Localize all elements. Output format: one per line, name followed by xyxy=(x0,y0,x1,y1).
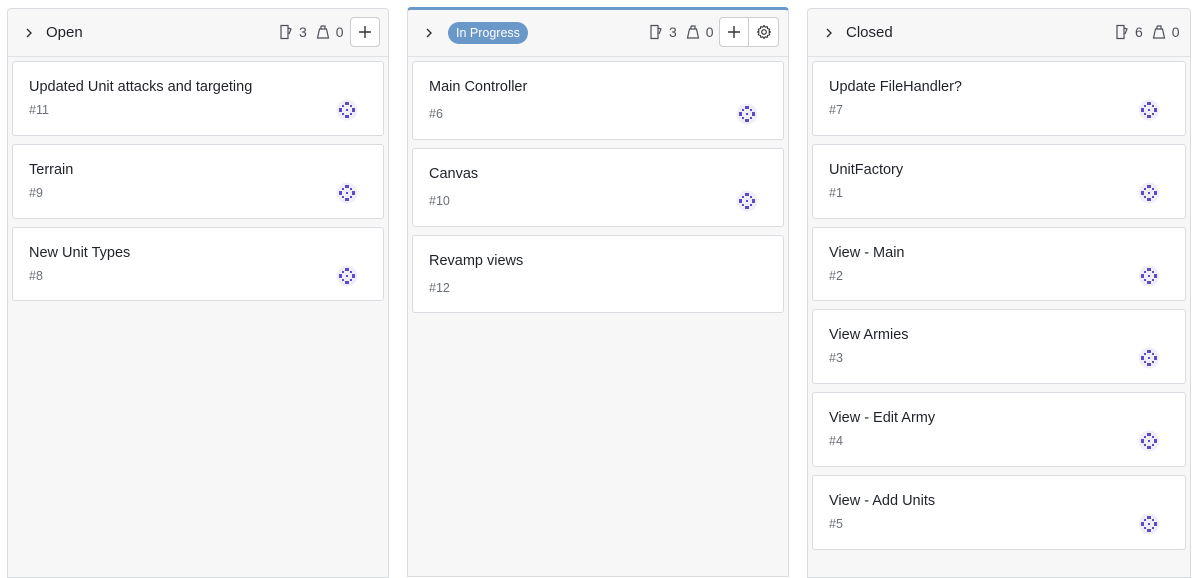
avatar[interactable] xyxy=(336,99,358,121)
issue-count: 3 xyxy=(648,24,677,40)
weight-count: 0 xyxy=(1151,24,1180,40)
issue-number: #12 xyxy=(429,281,450,295)
issue-title[interactable]: Main Controller xyxy=(429,78,767,96)
issue-count: 3 xyxy=(278,24,307,40)
issue-icon xyxy=(1116,24,1128,40)
issue-card[interactable]: Update FileHandler? #7 xyxy=(812,61,1186,136)
issue-number: #8 xyxy=(29,269,43,283)
board-column-open: Open 3 0 Updated Unit attacks and target… xyxy=(7,8,389,578)
card-list: Update FileHandler? #7 UnitFactory #1 Vi… xyxy=(808,57,1190,550)
chevron-right-icon[interactable] xyxy=(22,26,36,40)
issue-title[interactable]: New Unit Types xyxy=(29,244,367,262)
avatar[interactable] xyxy=(1138,347,1160,369)
issue-title[interactable]: Updated Unit attacks and targeting xyxy=(29,78,367,96)
weight-icon xyxy=(686,25,700,39)
issue-count-value: 3 xyxy=(299,24,307,40)
avatar[interactable] xyxy=(1138,513,1160,535)
issue-number: #11 xyxy=(29,103,49,117)
issue-number: #2 xyxy=(829,269,843,283)
issue-number: #3 xyxy=(829,351,843,365)
issue-number: #1 xyxy=(829,186,843,200)
column-header: In Progress 3 0 xyxy=(408,10,788,57)
column-label-badge: In Progress xyxy=(448,22,528,44)
card-list: Updated Unit attacks and targeting #11 T… xyxy=(8,57,388,301)
issue-title[interactable]: View Armies xyxy=(829,326,1169,344)
issue-number: #6 xyxy=(429,107,443,121)
issue-card[interactable]: Canvas #10 xyxy=(412,148,784,227)
weight-count-value: 0 xyxy=(1171,24,1180,40)
avatar[interactable] xyxy=(336,265,358,287)
column-title: Open xyxy=(46,24,83,41)
issue-title[interactable]: View - Main xyxy=(829,244,1169,262)
issue-count: 6 xyxy=(1114,24,1143,40)
column-counts: 3 0 xyxy=(648,24,714,40)
issue-card[interactable]: Revamp views #12 xyxy=(412,235,784,313)
column-counts: 6 0 xyxy=(1114,24,1180,40)
avatar[interactable] xyxy=(736,103,758,125)
weight-icon xyxy=(1152,25,1166,39)
board-column-in-progress: In Progress 3 0 Main Controller #6 Canva… xyxy=(407,7,789,577)
column-counts: 3 0 xyxy=(278,24,344,40)
chevron-right-icon[interactable] xyxy=(822,26,836,40)
issue-title[interactable]: Revamp views xyxy=(429,252,767,270)
issue-number: #5 xyxy=(829,517,843,531)
chevron-right-icon[interactable] xyxy=(422,26,436,40)
card-list: Main Controller #6 Canvas #10 Revamp vie… xyxy=(408,57,788,313)
plus-icon xyxy=(359,26,371,38)
avatar[interactable] xyxy=(1138,99,1160,121)
board: Open 3 0 Updated Unit attacks and target… xyxy=(0,0,1204,578)
issue-title[interactable]: View - Edit Army xyxy=(829,409,1169,427)
add-issue-button[interactable] xyxy=(350,17,380,47)
issue-number: #7 xyxy=(829,103,843,117)
issue-card[interactable]: View - Edit Army #4 xyxy=(812,392,1186,467)
list-settings-button[interactable] xyxy=(749,17,779,47)
issue-icon xyxy=(650,24,662,40)
avatar[interactable] xyxy=(1138,430,1160,452)
issue-count-value: 3 xyxy=(669,24,677,40)
column-header: Closed 6 0 xyxy=(808,9,1190,57)
weight-icon xyxy=(316,25,330,39)
avatar[interactable] xyxy=(336,182,358,204)
issue-title[interactable]: Canvas xyxy=(429,165,767,183)
issue-number: #10 xyxy=(429,194,450,208)
weight-count-value: 0 xyxy=(335,24,344,40)
weight-count: 0 xyxy=(685,24,714,40)
issue-card[interactable]: Main Controller #6 xyxy=(412,61,784,140)
column-title: Closed xyxy=(846,24,893,41)
board-column-closed: Closed 6 0 Update FileHandler? #7 UnitFa… xyxy=(807,8,1191,578)
gear-icon xyxy=(756,24,771,40)
issue-title[interactable]: Terrain xyxy=(29,161,367,179)
issue-card[interactable]: Terrain #9 xyxy=(12,144,384,219)
issue-number: #4 xyxy=(829,434,843,448)
issue-card[interactable]: View - Main #2 xyxy=(812,227,1186,301)
issue-card[interactable]: New Unit Types #8 xyxy=(12,227,384,301)
issue-title[interactable]: View - Add Units xyxy=(829,492,1169,510)
weight-count: 0 xyxy=(315,24,344,40)
issue-card[interactable]: View Armies #3 xyxy=(812,309,1186,384)
issue-card[interactable]: UnitFactory #1 xyxy=(812,144,1186,219)
column-header: Open 3 0 xyxy=(8,9,388,57)
issue-number: #9 xyxy=(29,186,43,200)
issue-title[interactable]: UnitFactory xyxy=(829,161,1169,179)
add-issue-button[interactable] xyxy=(719,17,749,47)
issue-card[interactable]: View - Add Units #5 xyxy=(812,475,1186,550)
plus-icon xyxy=(728,26,740,38)
weight-count-value: 0 xyxy=(705,24,714,40)
issue-card[interactable]: Updated Unit attacks and targeting #11 xyxy=(12,61,384,136)
issue-title[interactable]: Update FileHandler? xyxy=(829,78,1169,96)
issue-count-value: 6 xyxy=(1135,24,1143,40)
issue-icon xyxy=(280,24,292,40)
avatar[interactable] xyxy=(1138,182,1160,204)
avatar[interactable] xyxy=(1138,265,1160,287)
avatar[interactable] xyxy=(736,190,758,212)
